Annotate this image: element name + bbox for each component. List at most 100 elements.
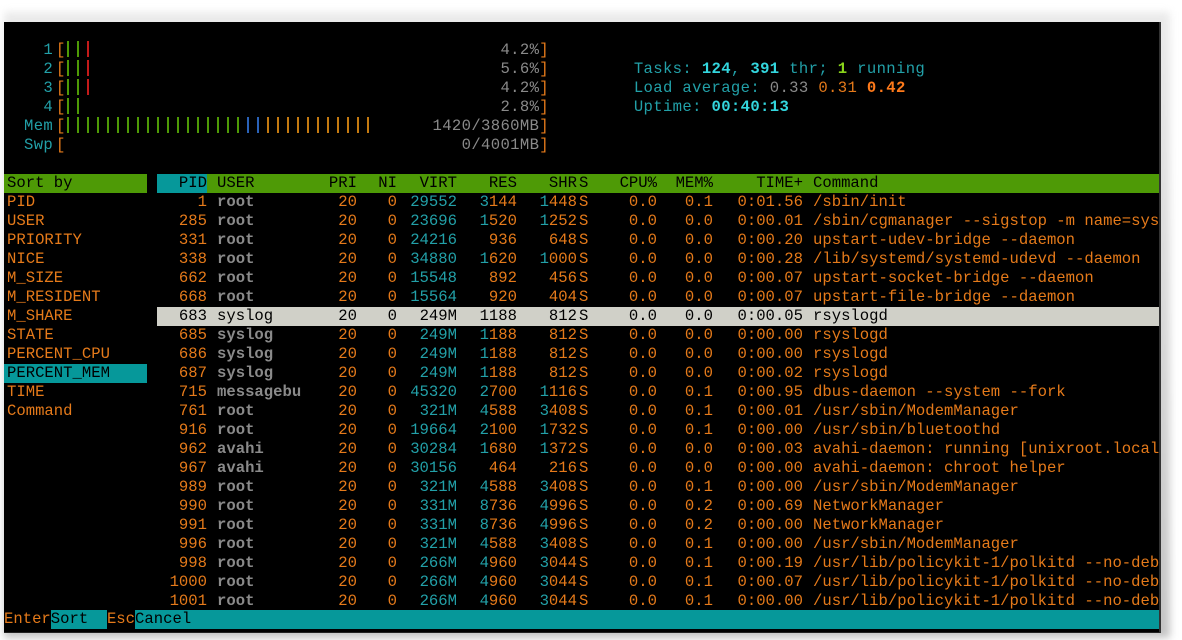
process-row[interactable]: 668 root 20 0 15564 920 404 S 0.0 0.0 0:00.07 upsta… xyxy=(157,288,1159,307)
process-row[interactable]: 761 root 20 0 321M 4588 3408 S 0.0 0.1 0:00.01/usr… xyxy=(157,402,1159,421)
memory-meter-close-bracket: ] xyxy=(539,117,549,135)
process-row[interactable]: 1001 root 20 0 266M 4960 3044 S 0.0 0.1 0:00.00/us… xyxy=(157,592,1159,611)
footer-key-esc[interactable]: Esc xyxy=(106,610,136,629)
column-header-s[interactable]: S xyxy=(577,174,603,193)
cell-res-part: 736 xyxy=(488,516,517,534)
cell-res-part: 1 xyxy=(479,345,489,363)
process-row[interactable]: 1000 root 20 0 266M 4960 3044 S 0.0 0.1 0:00.07/us… xyxy=(157,573,1159,592)
process-row[interactable]: 991 root 20 0 331M 8736 4996 S 0.0 0.2 0:00.00 Netw… xyxy=(157,516,1159,535)
column-header-time[interactable]: TIME+ xyxy=(713,174,803,193)
cell-virt-part: 249M xyxy=(419,345,457,363)
cell-res-part: 936 xyxy=(488,231,517,249)
cell-virt-part: 19 xyxy=(410,421,429,439)
cell-time: 0:00.00 xyxy=(737,326,803,344)
process-row[interactable]: 962 avahi 20 0 30284 1680 1372 S 0.0 0.0 0:00.03 av… xyxy=(157,440,1159,459)
sort-option-pid[interactable]: PID xyxy=(4,193,147,212)
process-row[interactable]: 996 root 20 0 321M 4588 3408 S 0.0 0.1 0:00.00/usr… xyxy=(157,535,1159,554)
cell-s: S xyxy=(579,459,589,477)
process-row[interactable]: 916 root 20 0 19664 2100 1732 S 0.0 0.1 0:00.00/us… xyxy=(157,421,1159,440)
cell-shr-part: 456 xyxy=(548,269,577,287)
cell-res-part: 1 xyxy=(479,250,489,268)
cell-time: 0:00.00 xyxy=(737,535,803,553)
process-row[interactable]: 331 root 20 0 24216 936 648 S 0.0 0.0 0:00.20 upsta… xyxy=(157,231,1159,250)
cell-pid: 683 xyxy=(178,307,207,325)
swap-meter-value-text: 0/4001MB xyxy=(461,136,540,154)
cell-ni: 0 xyxy=(387,497,397,515)
cell-res-part: 3 xyxy=(479,193,489,211)
column-header-mem[interactable]: MEM% xyxy=(657,174,713,193)
cell-ni: 0 xyxy=(387,345,397,363)
process-row[interactable]: 686 syslog 20 0 249M 1188 812 S 0.0 0.0 0:00.00 rsy… xyxy=(157,345,1159,364)
cell-time: 0:00.20 xyxy=(737,231,803,249)
process-row[interactable]: 285 root 20 0 23696 1520 1252 S 0.0 0.0 0:00.01/sb… xyxy=(157,212,1159,231)
cell-shr: 3408 xyxy=(517,402,577,421)
sort-option-user[interactable]: USER xyxy=(4,212,147,231)
cell-time: 0:00.01 xyxy=(737,402,803,420)
column-header-cpu[interactable]: CPU% xyxy=(603,174,657,193)
cell-shr-part: 3 xyxy=(539,573,549,591)
sort-option-nice[interactable]: NICE xyxy=(4,250,147,269)
cell-mem: 0.1 xyxy=(684,592,713,610)
process-row[interactable]: 685 syslog 20 0 249M 1188 812 S 0.0 0.0 0:00.00 rsy… xyxy=(157,326,1159,345)
sort-option-m-resident[interactable]: M_RESIDENT xyxy=(4,288,147,307)
footer-action-sort[interactable]: Sort xyxy=(51,610,107,629)
cell-virt-part: 24 xyxy=(410,231,429,249)
process-row[interactable]: 990 root 20 0 331M 8736 4996 S 0.0 0.2 0:00.69 Netw… xyxy=(157,497,1159,516)
cell-virt: 19664 xyxy=(397,421,457,440)
cell-res: 464 xyxy=(457,459,517,478)
sort-option-command[interactable]: Command xyxy=(4,402,147,421)
cell-mem: 0.2 xyxy=(684,497,713,515)
process-row[interactable]: 1 root 20 0 29552 3144 1448 S 0.0 0.1 0:01.56/sbin… xyxy=(157,193,1159,212)
process-row[interactable]: 989 root 20 0 321M 4588 3408 S 0.0 0.1 0:00.00/usr… xyxy=(157,478,1159,497)
process-row[interactable]: 662 root 20 0 15548 892 456 S 0.0 0.0 0:00.07 upsta… xyxy=(157,269,1159,288)
sort-option-priority[interactable]: PRIORITY xyxy=(4,231,147,250)
column-header-user[interactable]: USER xyxy=(207,174,315,193)
cell-time: 0:00.05 xyxy=(737,307,803,325)
sort-option-time[interactable]: TIME xyxy=(4,383,147,402)
sort-option-m-share[interactable]: M_SHARE xyxy=(4,307,147,326)
cell-ni: 0 xyxy=(387,383,397,401)
column-header-pri[interactable]: PRI xyxy=(315,174,357,193)
cell-res-part: 188 xyxy=(488,326,517,344)
column-header-ni[interactable]: NI xyxy=(357,174,397,193)
cell-pri: 20 xyxy=(338,535,357,553)
column-header-pid[interactable]: PID xyxy=(157,174,207,193)
cpu-meter-1-percent-sign: % xyxy=(529,41,540,59)
terminal-window[interactable]: 1[4.2%] 2[5.6%] 3[4.2%] 4[2.8%] Mem[1420/… xyxy=(4,22,1161,633)
process-row[interactable]: 687 syslog 20 0 249M 1188 812 S 0.0 0.0 0:00.02 rsy… xyxy=(157,364,1159,383)
cell-pri: 20 xyxy=(338,459,357,477)
process-table: PID USER PRI NI VIRT RES SHR S CPU% MEM% TIME+ Comm… xyxy=(157,174,1159,611)
cell-cpu: 0.0 xyxy=(628,269,657,287)
sort-option-percent-cpu[interactable]: PERCENT_CPU xyxy=(4,345,147,364)
process-row[interactable]: 967 avahi 20 0 30156 464 216 S 0.0 0.0 0:00.00 avah… xyxy=(157,459,1159,478)
cell-pid: 338 xyxy=(178,250,207,268)
cell-virt-part: 321M xyxy=(419,402,457,420)
process-row[interactable]: 683 syslog 20 0 249M 1188 812 S 0.0 0.0 0:00.05 rsy… xyxy=(157,307,1159,326)
load-average-line: Load average: 0.33 0.31 0.42 xyxy=(633,79,906,97)
process-row[interactable]: 998 root 20 0 266M 4960 3044 S 0.0 0.1 0:00.19/usr… xyxy=(157,554,1159,573)
cell-pid: 996 xyxy=(178,535,207,553)
cell-res-part: 736 xyxy=(488,497,517,515)
column-header-shr[interactable]: SHR xyxy=(517,174,577,193)
memory-meter-value-text: 1420/3860MB xyxy=(432,117,540,135)
cell-shr: 3408 xyxy=(517,535,577,554)
cell-mem: 0.0 xyxy=(684,288,713,306)
sort-option-m-size[interactable]: M_SIZE xyxy=(4,269,147,288)
cell-pid: 285 xyxy=(178,212,207,230)
column-header-res[interactable]: RES xyxy=(457,174,517,193)
column-header-virt[interactable]: VIRT xyxy=(397,174,457,193)
footer-key-enter[interactable]: Enter xyxy=(4,610,51,629)
column-header-cmd[interactable]: Command xyxy=(803,174,1159,193)
cell-user: syslog xyxy=(217,326,274,344)
sort-option-percent-mem[interactable]: PERCENT_MEM xyxy=(4,364,147,383)
cell-user: root xyxy=(217,402,255,420)
cell-pri: 20 xyxy=(338,212,357,230)
sort-option-state[interactable]: STATE xyxy=(4,326,147,345)
cell-virt: 34880 xyxy=(397,250,457,269)
footer-action-cancel[interactable]: Cancel xyxy=(135,610,191,629)
cell-pri: 20 xyxy=(338,269,357,287)
cell-res-part: 1 xyxy=(479,364,489,382)
process-row[interactable]: 338 root 20 0 34880 1620 1000 S 0.0 0.0 0:00.28/li… xyxy=(157,250,1159,269)
process-row[interactable]: 715 messagebu 20 0 45320 2700 1116 S 0.0 0.1 0:00.… xyxy=(157,383,1159,402)
cell-shr-part: 1 xyxy=(539,440,549,458)
